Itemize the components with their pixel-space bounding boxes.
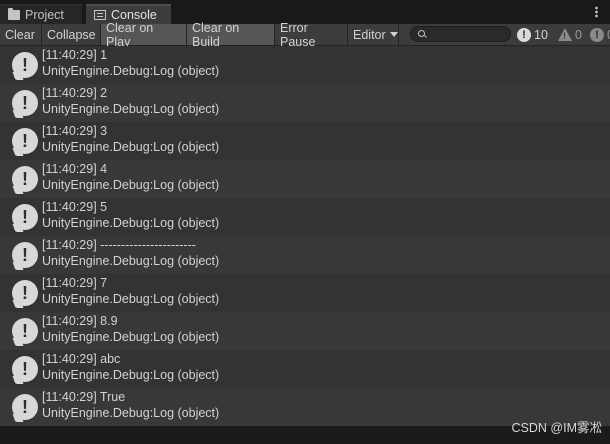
editor-dropdown-label: Editor xyxy=(353,27,386,42)
log-source: UnityEngine.Debug:Log (object) xyxy=(42,178,220,192)
info-message-icon: ! xyxy=(12,128,38,154)
log-source: UnityEngine.Debug:Log (object) xyxy=(42,368,220,382)
log-message: [11:40:29] ----------------------- xyxy=(42,238,196,252)
tab-project[interactable]: Project xyxy=(0,4,82,24)
clear-on-build-label: Clear on Build xyxy=(192,20,240,49)
info-log-icon: ! xyxy=(517,27,531,42)
log-entry[interactable]: ! [11:40:29] ----------------------- Uni… xyxy=(0,236,610,274)
info-message-icon: ! xyxy=(12,318,38,344)
log-source: UnityEngine.Debug:Log (object) xyxy=(42,330,220,344)
more-options-icon[interactable] xyxy=(595,6,598,18)
log-entry[interactable]: ! [11:40:29] 2 UnityEngine.Debug:Log (ob… xyxy=(0,84,610,122)
search-input[interactable] xyxy=(429,27,507,41)
log-source: UnityEngine.Debug:Log (object) xyxy=(42,102,220,116)
log-entry[interactable]: ! [11:40:29] 3 UnityEngine.Debug:Log (ob… xyxy=(0,122,610,160)
log-count: 10 xyxy=(534,27,548,42)
log-entry[interactable]: ! [11:40:29] 7 UnityEngine.Debug:Log (ob… xyxy=(0,274,610,312)
info-message-icon: ! xyxy=(12,394,38,420)
clear-on-play-label: Clear on Play xyxy=(106,20,154,49)
clear-on-build-toggle[interactable]: Clear on Build xyxy=(187,21,275,49)
folder-icon xyxy=(8,7,20,20)
info-message-icon: ! xyxy=(12,356,38,382)
warning-count-toggle[interactable]: ! 0 xyxy=(558,24,582,45)
console-toolbar: Clear Collapse Clear on Play Clear on Bu… xyxy=(0,21,610,49)
log-source: UnityEngine.Debug:Log (object) xyxy=(42,292,220,306)
log-count-toggle[interactable]: ! 10 xyxy=(517,24,548,45)
log-message: [11:40:29] 7 xyxy=(42,276,108,290)
info-message-icon: ! xyxy=(12,90,38,116)
error-icon: ! xyxy=(590,27,604,42)
log-source: UnityEngine.Debug:Log (object) xyxy=(42,216,220,230)
tab-project-label: Project xyxy=(25,7,64,22)
log-source: UnityEngine.Debug:Log (object) xyxy=(42,140,220,154)
collapse-button-label: Collapse xyxy=(47,27,96,42)
log-entry[interactable]: ! [11:40:29] 8.9 UnityEngine.Debug:Log (… xyxy=(0,312,610,350)
log-message: [11:40:29] 8.9 xyxy=(42,314,118,328)
log-message: [11:40:29] 4 xyxy=(42,162,108,176)
log-list[interactable]: ! [11:40:29] 1 UnityEngine.Debug:Log (ob… xyxy=(0,46,610,432)
info-message-icon: ! xyxy=(12,280,38,306)
collapse-button[interactable]: Collapse xyxy=(42,24,101,45)
error-pause-toggle[interactable]: Error Pause xyxy=(275,21,348,49)
log-message: [11:40:29] abc xyxy=(42,352,121,366)
warning-count: 0 xyxy=(575,27,582,42)
chevron-down-icon xyxy=(389,32,398,37)
log-message: [11:40:29] 5 xyxy=(42,200,108,214)
error-pause-label: Error Pause xyxy=(280,20,316,49)
log-message: [11:40:29] True xyxy=(42,390,126,404)
info-message-icon: ! xyxy=(12,242,38,268)
log-entry[interactable]: ! [11:40:29] 1 UnityEngine.Debug:Log (ob… xyxy=(0,46,610,84)
log-message: [11:40:29] 2 xyxy=(42,86,108,100)
clear-on-play-toggle[interactable]: Clear on Play xyxy=(101,21,187,49)
log-message: [11:40:29] 3 xyxy=(42,124,108,138)
editor-dropdown[interactable]: Editor xyxy=(348,24,399,45)
clear-button[interactable]: Clear xyxy=(0,24,42,45)
clear-button-label: Clear xyxy=(5,27,35,42)
watermark: CSDN @IM雾凇 xyxy=(511,421,602,435)
warning-icon: ! xyxy=(558,28,572,41)
log-entry[interactable]: ! [11:40:29] 4 UnityEngine.Debug:Log (ob… xyxy=(0,160,610,198)
info-message-icon: ! xyxy=(12,204,38,230)
log-entry[interactable]: ! [11:40:29] 5 UnityEngine.Debug:Log (ob… xyxy=(0,198,610,236)
info-message-icon: ! xyxy=(12,166,38,192)
info-message-icon: ! xyxy=(12,52,38,78)
log-message: [11:40:29] 1 xyxy=(42,48,108,62)
search-field[interactable] xyxy=(410,26,511,42)
log-entry[interactable]: ! [11:40:29] abc UnityEngine.Debug:Log (… xyxy=(0,350,610,388)
error-count-toggle[interactable]: ! 0 xyxy=(590,24,610,45)
log-source: UnityEngine.Debug:Log (object) xyxy=(42,64,220,78)
search-icon xyxy=(418,30,425,37)
log-source: UnityEngine.Debug:Log (object) xyxy=(42,254,220,268)
console-icon xyxy=(94,10,106,20)
log-source: UnityEngine.Debug:Log (object) xyxy=(42,406,220,420)
